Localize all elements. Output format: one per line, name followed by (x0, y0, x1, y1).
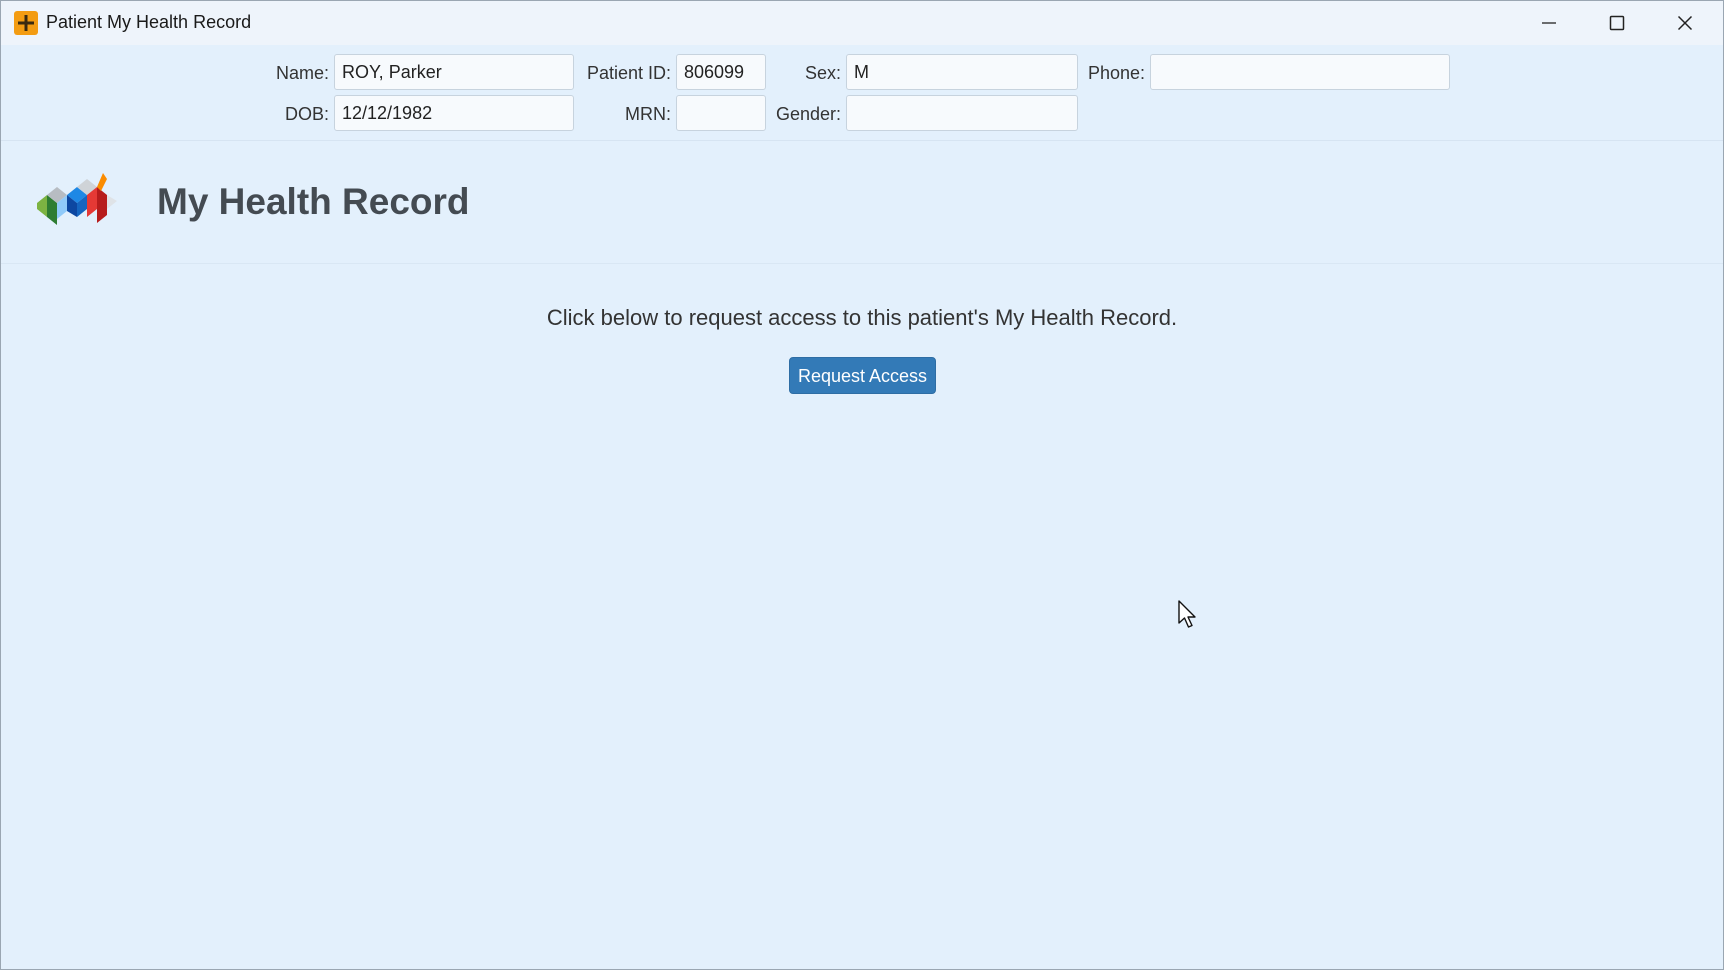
mrn-label: MRN: (625, 104, 671, 124)
phone-label: Phone: (1087, 63, 1145, 83)
mouse-pointer-icon (1177, 599, 1199, 629)
access-message: Click below to request access to this pa… (546, 305, 1178, 330)
my-health-record-logo (35, 173, 121, 231)
dob-field[interactable]: 12/12/1982 (334, 95, 574, 131)
gender-label: Gender: (775, 104, 841, 124)
maximize-button[interactable] (1583, 1, 1651, 45)
close-button[interactable] (1651, 1, 1719, 45)
close-icon (1677, 15, 1693, 31)
window-title: Patient My Health Record (46, 12, 252, 32)
name-label: Name: (275, 63, 329, 83)
title-bar[interactable]: Patient My Health Record (1, 1, 1723, 45)
sex-label: Sex: (804, 63, 841, 83)
plus-icon (14, 11, 38, 35)
patient-id-field[interactable]: 806099 (676, 54, 766, 90)
header: My Health Record (1, 141, 1723, 264)
phone-field[interactable] (1150, 54, 1450, 90)
minimize-icon (1542, 22, 1556, 24)
request-access-button[interactable]: Request Access (789, 357, 936, 394)
gender-field[interactable] (846, 95, 1078, 131)
patient-banner: Name: ROY, Parker Patient ID: 806099 Sex… (1, 45, 1723, 141)
app-window: Patient My Health Record Name: ROY, Park… (0, 0, 1724, 970)
page-title: My Health Record (157, 181, 470, 222)
name-field[interactable]: ROY, Parker (334, 54, 574, 90)
mrn-field[interactable] (676, 95, 766, 131)
maximize-icon (1609, 15, 1625, 31)
minimize-button[interactable] (1515, 1, 1583, 45)
dob-label: DOB: (284, 104, 329, 124)
patient-id-label: Patient ID: (586, 63, 671, 83)
sex-field[interactable]: M (846, 54, 1078, 90)
